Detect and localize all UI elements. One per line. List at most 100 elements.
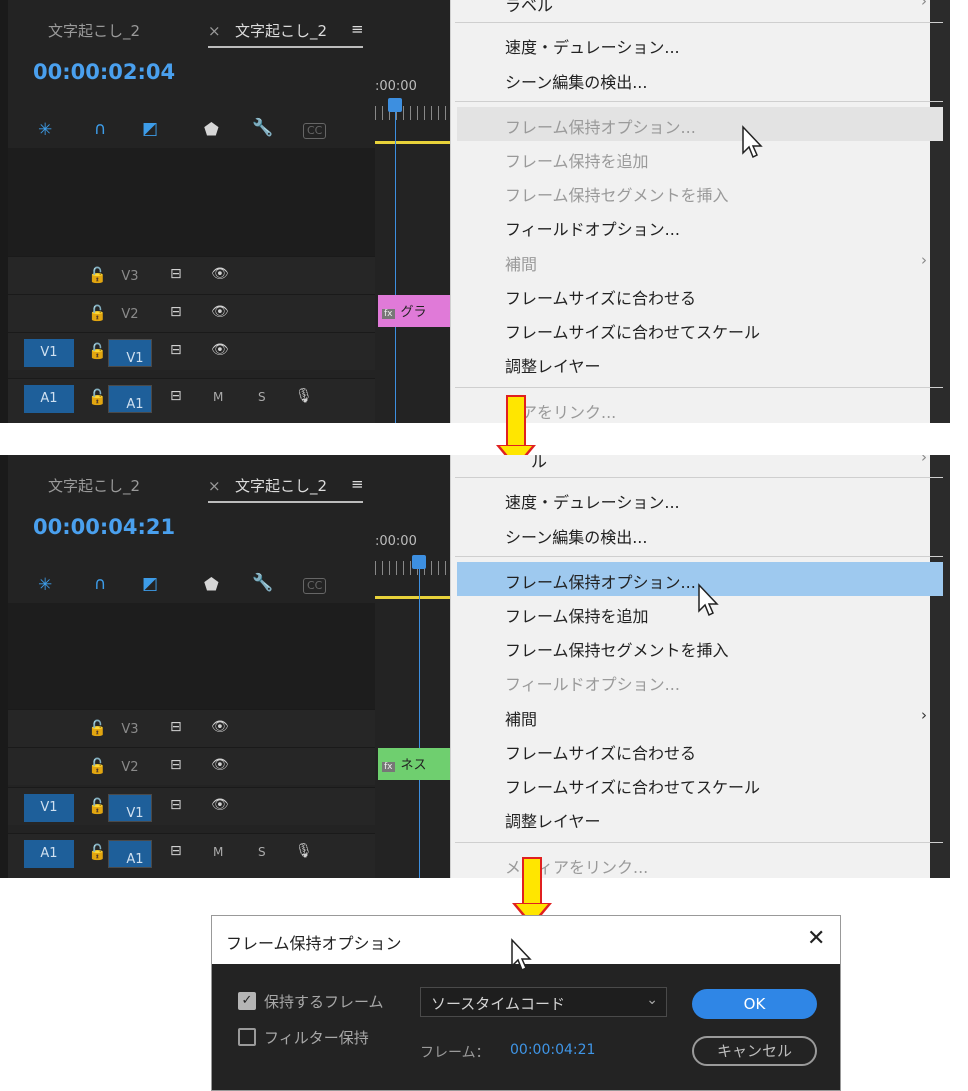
wrench-icon[interactable]: 🔧 <box>252 573 273 593</box>
track-label[interactable]: V3 <box>108 263 152 291</box>
track-label[interactable]: V2 <box>108 754 152 782</box>
menu-item-interpolation[interactable]: 補間 <box>505 706 537 730</box>
menu-item-set-to-frame-size[interactable]: フレームサイズに合わせる <box>505 740 696 764</box>
filter-hold-checkbox[interactable] <box>238 1028 256 1046</box>
track-label[interactable]: V2 <box>108 301 152 329</box>
source-patch[interactable]: V1 <box>24 794 74 822</box>
tab-sequence-active[interactable]: 文字起こし_2 <box>235 20 327 41</box>
sync-icon[interactable]: ⊟ <box>170 797 182 813</box>
lock-icon[interactable]: 🔓 <box>88 304 107 322</box>
menu-item-insert-frame-hold-segment[interactable]: フレーム保持セグメントを挿入 <box>505 182 729 206</box>
menu-item-scene-detect[interactable]: シーン編集の検出... <box>505 524 647 548</box>
tab-sequence-active[interactable]: 文字起こし_2 <box>235 475 327 496</box>
close-icon[interactable]: ✕ <box>807 926 825 951</box>
playhead-timecode[interactable]: 00:00:02:04 <box>33 60 175 84</box>
captions-icon[interactable]: CC <box>303 123 327 139</box>
snap-magnet-icon[interactable]: ∩ <box>94 119 106 139</box>
linked-selection-icon[interactable]: ◩ <box>142 119 158 139</box>
tab-sequence-inactive[interactable]: 文字起こし_2 <box>48 475 140 496</box>
eye-icon[interactable]: 👁 <box>211 719 229 735</box>
source-patch[interactable]: V1 <box>24 339 74 367</box>
menu-item-set-to-frame-size[interactable]: フレームサイズに合わせる <box>505 285 696 309</box>
menu-item-frame-hold-options[interactable]: フレーム保持オプション... <box>505 114 696 138</box>
menu-item-field-options[interactable]: フィールドオプション... <box>505 671 680 695</box>
work-area-bar[interactable] <box>375 596 450 599</box>
menu-item-scale-to-frame-size[interactable]: フレームサイズに合わせてスケール <box>505 319 760 343</box>
menu-item-add-frame-hold[interactable]: フレーム保持を追加 <box>505 148 649 172</box>
menu-separator <box>455 842 943 843</box>
ruler-ticks[interactable] <box>375 106 450 120</box>
eye-icon[interactable]: 👁 <box>211 266 229 282</box>
wrench-icon[interactable]: 🔧 <box>252 118 273 138</box>
sync-icon[interactable]: ⊟ <box>170 757 182 773</box>
linked-selection-icon[interactable]: ◩ <box>142 574 158 594</box>
lock-icon[interactable]: 🔓 <box>88 719 107 737</box>
menu-item-label-partial[interactable]: ル <box>531 455 547 472</box>
menu-item-scale-to-frame-size[interactable]: フレームサイズに合わせてスケール <box>505 774 760 798</box>
tab-close-icon[interactable]: × <box>208 477 221 495</box>
frame-timecode[interactable]: 00:00:04:21 <box>510 1042 595 1058</box>
track-label[interactable]: A1 <box>108 385 152 413</box>
hold-frame-select[interactable]: ソースタイムコード ⌄ <box>420 987 667 1017</box>
playhead-timecode[interactable]: 00:00:04:21 <box>33 515 175 539</box>
eye-icon[interactable]: 👁 <box>211 757 229 773</box>
dialog-title: フレーム保持オプション <box>226 934 402 953</box>
source-patch[interactable]: A1 <box>24 385 74 413</box>
cancel-button[interactable]: キャンセル <box>692 1036 817 1066</box>
lock-icon[interactable]: 🔓 <box>88 843 107 861</box>
mute-button[interactable]: M <box>213 390 223 404</box>
mute-button[interactable]: M <box>213 845 223 859</box>
lock-icon[interactable]: 🔓 <box>88 797 107 815</box>
eye-icon[interactable]: 👁 <box>211 304 229 320</box>
snap-insert-icon[interactable]: ✳ <box>38 120 52 140</box>
solo-button[interactable]: S <box>258 845 266 859</box>
snap-magnet-icon[interactable]: ∩ <box>94 574 106 594</box>
add-marker-icon[interactable]: ⬟ <box>204 120 219 140</box>
clip[interactable]: fx ネス <box>378 748 450 780</box>
tab-sequence-inactive[interactable]: 文字起こし_2 <box>48 20 140 41</box>
eye-icon[interactable]: 👁 <box>211 797 229 813</box>
fx-badge: fx <box>382 309 395 319</box>
microphone-icon[interactable]: 🎙 <box>295 388 313 404</box>
clip[interactable]: fx グラ <box>378 295 450 327</box>
eye-icon[interactable]: 👁 <box>211 342 229 358</box>
captions-icon[interactable]: CC <box>303 578 327 594</box>
menu-item-speed[interactable]: 速度・デュレーション... <box>505 489 680 513</box>
microphone-icon[interactable]: 🎙 <box>295 843 313 859</box>
tab-close-icon[interactable]: × <box>208 22 221 40</box>
hold-frame-checkbox[interactable]: ✓ <box>238 992 256 1010</box>
ok-button[interactable]: OK <box>692 989 817 1019</box>
sync-icon[interactable]: ⊟ <box>170 342 182 358</box>
work-area-bar[interactable] <box>375 141 450 144</box>
sync-icon[interactable]: ⊟ <box>170 388 182 404</box>
sync-icon[interactable]: ⊟ <box>170 719 182 735</box>
source-patch[interactable]: A1 <box>24 840 74 868</box>
menu-item-scene-detect[interactable]: シーン編集の検出... <box>505 69 647 93</box>
menu-item-add-frame-hold[interactable]: フレーム保持を追加 <box>505 603 649 627</box>
solo-button[interactable]: S <box>258 390 266 404</box>
track-label[interactable]: A1 <box>108 840 152 868</box>
menu-item-frame-hold-options[interactable]: フレーム保持オプション... <box>505 569 696 593</box>
sync-icon[interactable]: ⊟ <box>170 304 182 320</box>
panel-menu-icon[interactable]: ≡ <box>351 475 364 493</box>
chevron-right-icon: › <box>921 706 927 724</box>
lock-icon[interactable]: 🔓 <box>88 388 107 406</box>
menu-item-adjustment-layer[interactable]: 調整レイヤー <box>505 353 601 377</box>
lock-icon[interactable]: 🔓 <box>88 342 107 360</box>
track-label[interactable]: V3 <box>108 716 152 744</box>
lock-icon[interactable]: 🔓 <box>88 266 107 284</box>
track-label[interactable]: V1 <box>108 794 152 822</box>
track-label[interactable]: V1 <box>108 339 152 367</box>
menu-item-insert-frame-hold-segment[interactable]: フレーム保持セグメントを挿入 <box>505 637 729 661</box>
add-marker-icon[interactable]: ⬟ <box>204 575 219 595</box>
menu-item-speed[interactable]: 速度・デュレーション... <box>505 34 680 58</box>
panel-menu-icon[interactable]: ≡ <box>351 20 364 38</box>
lock-icon[interactable]: 🔓 <box>88 757 107 775</box>
snap-insert-icon[interactable]: ✳ <box>38 575 52 595</box>
menu-item-field-options[interactable]: フィールドオプション... <box>505 216 680 240</box>
menu-item-adjustment-layer[interactable]: 調整レイヤー <box>505 808 601 832</box>
menu-item-label-partial[interactable]: ラベル <box>505 0 553 16</box>
sync-icon[interactable]: ⊟ <box>170 266 182 282</box>
sync-icon[interactable]: ⊟ <box>170 843 182 859</box>
menu-item-interpolation[interactable]: 補間 <box>505 251 537 275</box>
